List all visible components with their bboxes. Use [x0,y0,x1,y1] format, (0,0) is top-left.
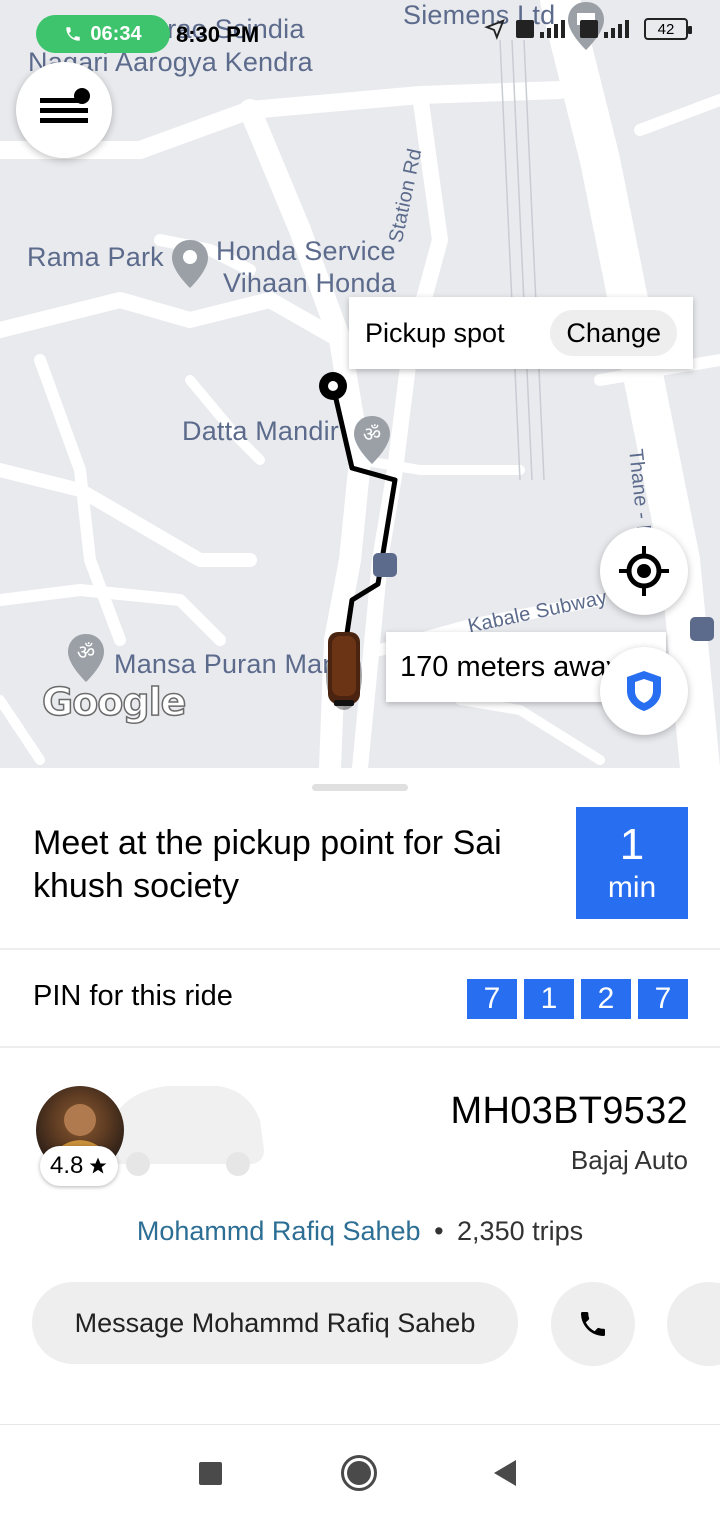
pickup-spot-callout: Pickup spot Change [349,297,693,369]
call-timer: 06:34 [90,22,142,45]
ride-pin-label: PIN for this ride [33,980,233,1012]
ongoing-call-pill[interactable]: 06:34 [36,15,170,53]
signal-volte-icon [580,20,629,38]
shield-icon [627,671,661,711]
divider [0,1046,720,1048]
pin-digit: 7 [467,979,517,1019]
star-icon [90,1157,107,1174]
eta-unit: min [607,871,657,904]
eta-badge: 1 min [576,807,688,919]
bus-stop-icon[interactable] [690,617,714,641]
place-pin-icon[interactable] [170,238,210,290]
map-view[interactable]: Madhavrao Scindia Nagari Aarogya Kendra … [0,0,720,768]
app-root: Madhavrao Scindia Nagari Aarogya Kendra … [0,0,720,1520]
status-icons: 42 [484,18,692,40]
home-button[interactable] [341,1455,377,1491]
pickup-instruction: Meet at the pickup point for Sai khush s… [33,824,502,905]
battery-indicator: 42 [644,18,692,40]
vehicle-model: Bajaj Auto [570,1145,688,1175]
pin-digit: 2 [581,979,631,1019]
recenter-button[interactable] [600,527,688,615]
phone-icon [66,27,81,41]
map-label-honda-line2: Vihaan Honda [223,268,397,298]
svg-text:ॐ: ॐ [363,422,381,446]
driver-name-link[interactable]: Mohammd Rafiq Saheb [137,1216,421,1246]
driver-trips: 2,350 trips [457,1216,584,1246]
map-label-mansa-puran: Mansa Puran Man [114,649,338,679]
google-logo: Google [41,679,187,725]
recents-button[interactable] [199,1462,222,1485]
rating-value: 4.8 [50,1152,84,1179]
auto-rickshaw-icon [326,632,362,710]
separator-dot: • [434,1216,444,1246]
clock: 8:30 PM [176,22,260,47]
safety-toolkit-button[interactable] [600,647,688,735]
crosshair-icon [619,546,669,596]
signal-volte-icon [516,20,565,38]
map-label-honda-line1: Honda Service [216,236,396,266]
message-driver-button[interactable]: Message Mohammd Rafiq Saheb [32,1282,518,1364]
map-label-rama-park: Rama Park [27,242,164,272]
map-label-datta-mandir: Datta Mandir [182,416,339,446]
phone-icon [581,1312,605,1336]
pickup-spot-label: Pickup spot [365,317,505,348]
driver-rating: 4.8 [40,1146,119,1186]
call-driver-button[interactable] [551,1282,635,1366]
driver-info-line: Mohammd Rafiq Saheb • 2,350 trips [0,1216,720,1247]
more-actions-button[interactable] [667,1282,720,1366]
location-arrow-icon [484,19,505,40]
ride-pin: 7 1 2 7 [467,979,688,1019]
temple-pin-icon[interactable]: ॐ [352,414,392,466]
status-bar: 06:34 8:30 PM 42 [0,0,720,60]
pin-digit: 1 [524,979,574,1019]
pin-digit: 7 [638,979,688,1019]
sheet-drag-handle[interactable] [312,784,408,791]
hamburger-menu-icon [40,88,90,123]
eta-value: 1 [619,820,645,869]
svg-text:ॐ: ॐ [77,640,95,664]
menu-button[interactable] [16,62,112,158]
change-pickup-button[interactable]: Change [550,310,677,356]
license-plate: MH03BT9532 [450,1090,688,1132]
divider [0,948,720,950]
bus-stop-icon[interactable] [373,553,397,577]
temple-pin-icon[interactable]: ॐ [66,632,106,684]
trip-bottom-sheet: Meet at the pickup point for Sai khush s… [0,768,720,1424]
back-button[interactable] [494,1460,516,1486]
system-navigation-bar [0,1424,720,1520]
